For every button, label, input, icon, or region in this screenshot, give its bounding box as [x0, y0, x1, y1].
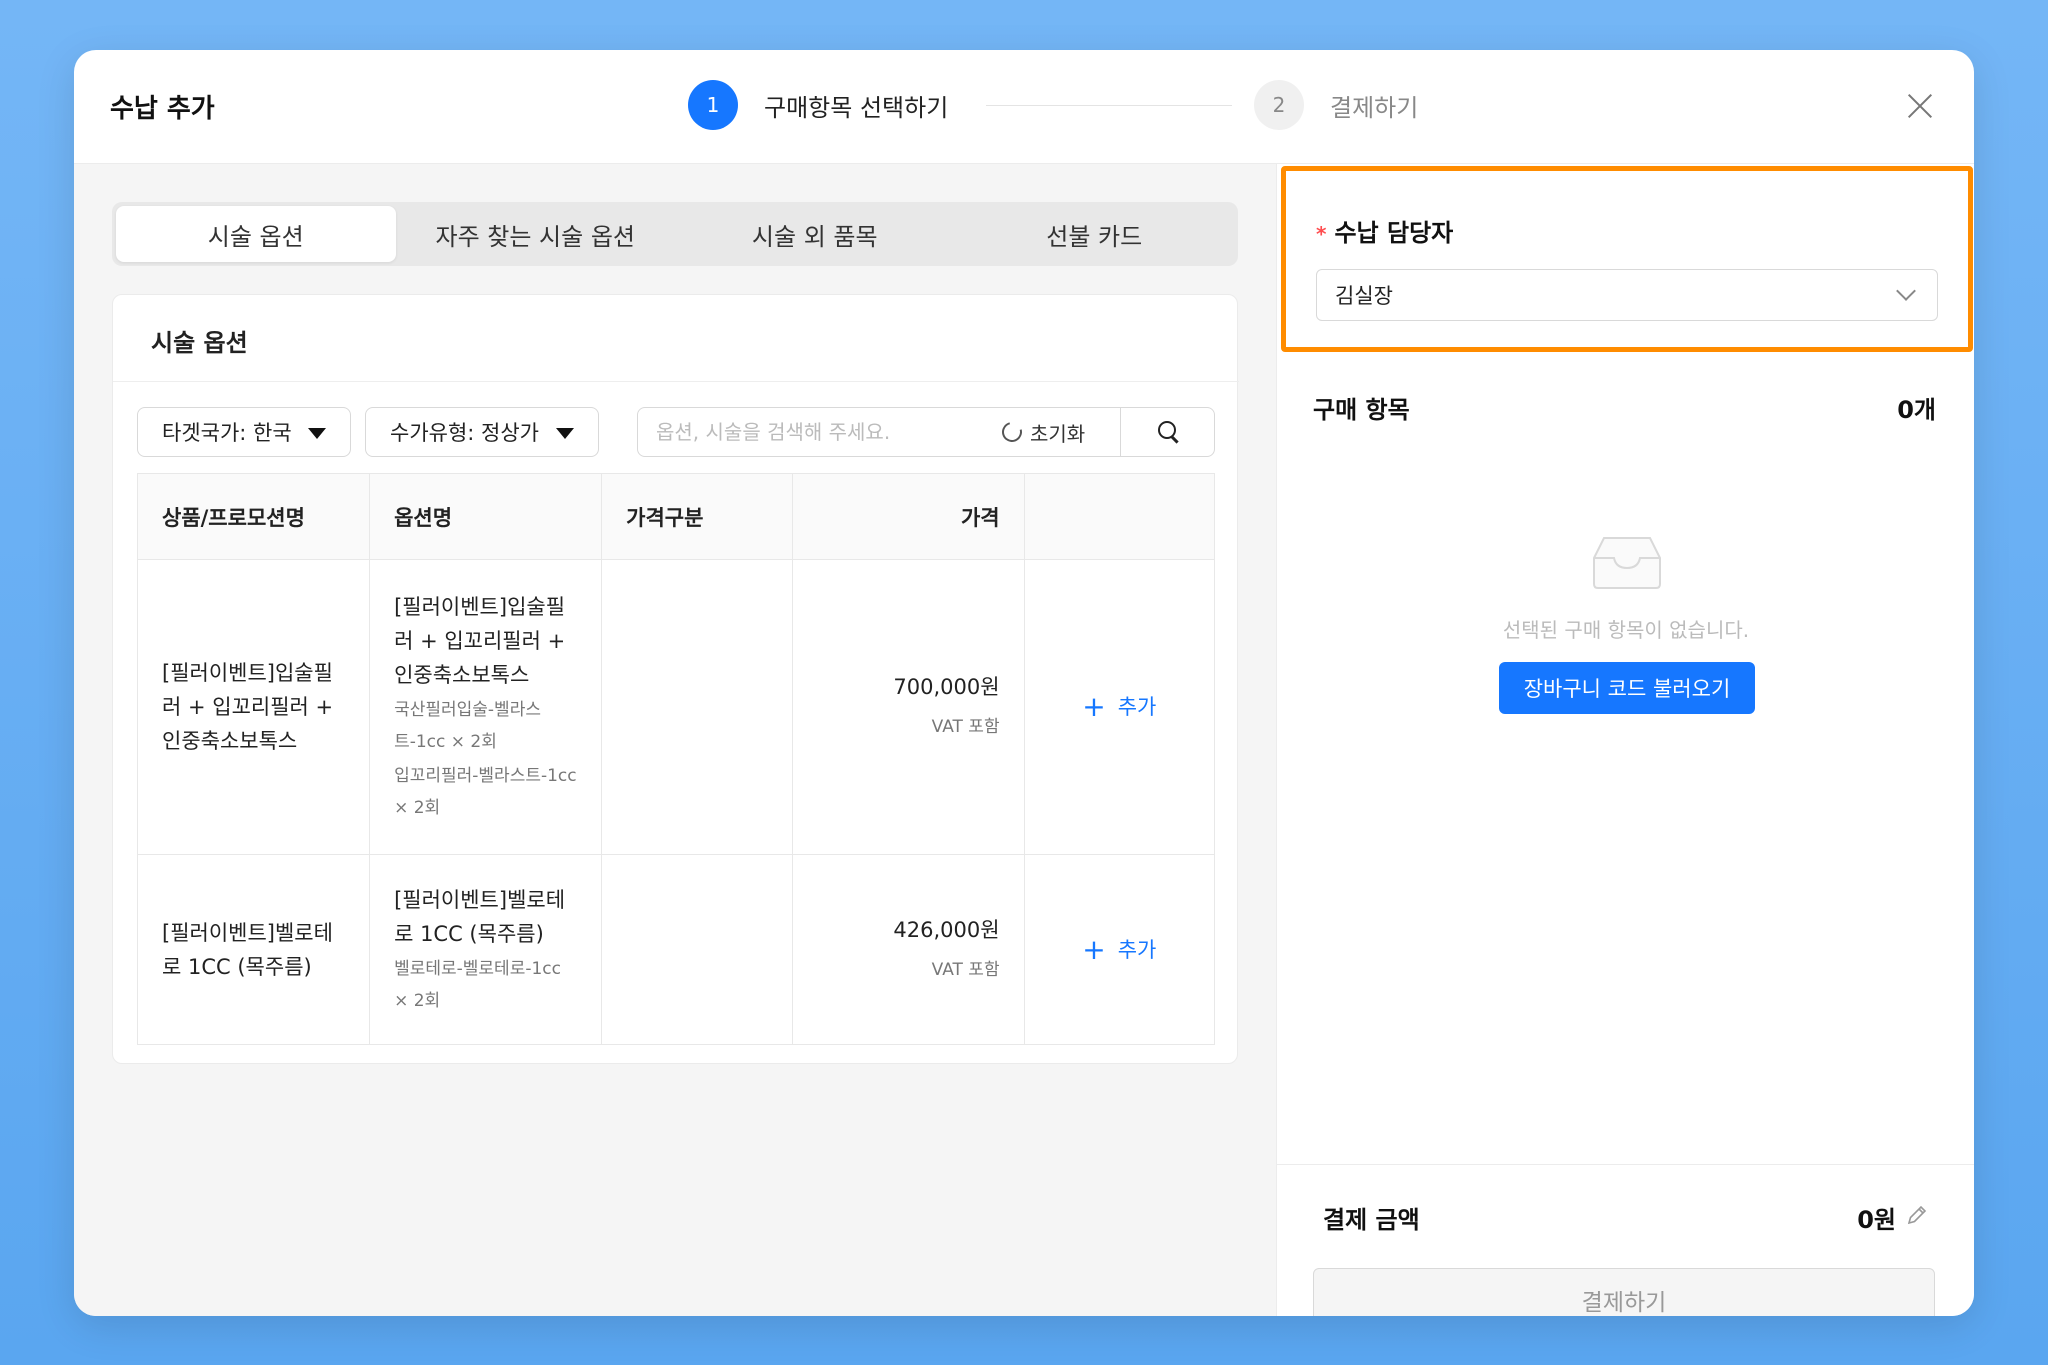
option-detail: 벨로테로-벨로테로-1cc × 2회 [394, 958, 561, 1011]
procedure-options-table: 상품/프로모션명 옵션명 가격구분 가격 [필러이벤트]입술필러 + 입꼬리필러… [136, 473, 1216, 1045]
price-type-value: 수가유형: 정상가 [390, 421, 539, 445]
plus-icon: + [1082, 932, 1106, 966]
option-name: [필러이벤트]입술필러 + 입꼬리필러 + 인중축소보톡스 [394, 595, 566, 687]
modal-header: 수납 추가 1 구매항목 선택하기 2 결제하기 [74, 50, 1974, 164]
tab-non-procedure-items[interactable]: 시술 외 품목 [675, 206, 955, 262]
tab-frequent-options[interactable]: 자주 찾는 시술 옵션 [396, 206, 676, 262]
option-cell: [필러이벤트]벨로테로 1CC (목주름) 벨로테로-벨로테로-1cc × 2회 [369, 854, 603, 1045]
table-header-row: 상품/프로모션명 옵션명 가격구분 가격 [136, 473, 1216, 560]
table-row: [필러이벤트]벨로테로 1CC (목주름) [필러이벤트]벨로테로 1CC (목… [136, 854, 1216, 1045]
table-row: [필러이벤트]입술필러 + 입꼬리필러 + 인중축소보톡스 [필러이벤트]입술필… [136, 559, 1216, 855]
procedure-options-card: 시술 옵션 타겟국가: 한국 수가유형: 정상가 초기화 [112, 294, 1239, 1064]
reset-button[interactable]: 초기화 [998, 418, 1086, 446]
option-detail: 입꼬리필러-벨라스트-1cc × 2회 [394, 766, 577, 818]
search-box: 초기화 [637, 407, 1215, 457]
header-price: 가격 [791, 473, 1025, 560]
empty-message: 선택된 구매 항목이 없습니다. [1502, 618, 1750, 642]
pencil-icon[interactable] [1906, 1204, 1928, 1226]
price-type-select[interactable]: 수가유형: 정상가 [365, 407, 599, 457]
tab-procedure-options[interactable]: 시술 옵션 [116, 206, 396, 262]
price-value: 700,000원 [893, 675, 1000, 699]
payment-amount-value: 0원 [1857, 1206, 1896, 1234]
step-1: 1 구매항목 선택하기 [688, 80, 948, 130]
header-price-type: 가격구분 [601, 473, 793, 560]
step-connector [986, 105, 1232, 106]
add-button[interactable]: + 추가 [1049, 933, 1190, 967]
add-label: 추가 [1117, 937, 1157, 962]
search-icon [1157, 421, 1180, 443]
header-product: 상품/프로모션명 [136, 473, 371, 560]
staff-select[interactable]: 김실장 [1316, 269, 1938, 321]
price-type [601, 854, 793, 1045]
step-2: 2 결제하기 [1254, 80, 1418, 130]
step-1-label: 구매항목 선택하기 [764, 93, 949, 122]
action-cell: + 추가 [1023, 854, 1216, 1045]
tab-prepaid-card[interactable]: 선불 카드 [955, 206, 1235, 262]
cart-panel: * 수납 담당자 김실장 구매 항목 0개 선택된 구매 항목이 없습니다. 장바… [1276, 164, 1974, 1316]
divider [113, 381, 1239, 382]
card-title: 시술 옵션 [151, 329, 248, 357]
option-cell: [필러이벤트]입술필러 + 입꼬리필러 + 인중축소보톡스 국산필러입술-벨라스… [369, 559, 603, 855]
step-1-number: 1 [688, 80, 738, 130]
product-name: [필러이벤트]입술필러 + 입꼬리필러 + 인중축소보톡스 [136, 559, 371, 855]
target-country-select[interactable]: 타겟국가: 한국 [137, 407, 351, 457]
vat-note: VAT 포함 [931, 959, 1000, 980]
load-cart-code-button[interactable]: 장바구니 코드 불러오기 [1499, 662, 1755, 714]
header-action [1023, 473, 1216, 560]
plus-icon: + [1082, 690, 1106, 723]
pay-button[interactable]: 결제하기 [1313, 1268, 1935, 1316]
staff-label: * 수납 담당자 [1316, 213, 1453, 248]
option-detail: 국산필러입술-벨라스트-1cc × 2회 [394, 700, 541, 752]
target-country-value: 타겟국가: 한국 [162, 421, 292, 445]
price-cell: 700,000원 VAT 포함 [791, 559, 1025, 855]
add-label: 추가 [1117, 695, 1157, 719]
vat-note: VAT 포함 [931, 717, 1000, 737]
search-button[interactable] [1120, 407, 1216, 457]
item-selection-area: 시술 옵션 자주 찾는 시술 옵션 시술 외 품목 선불 카드 시술 옵션 타겟… [74, 164, 1276, 1316]
purchase-items-count: 0개 [1897, 396, 1936, 424]
chevron-down-icon [1896, 281, 1916, 301]
staff-label-text: 수납 담당자 [1334, 219, 1454, 247]
staff-section-highlight: * 수납 담당자 김실장 [1281, 166, 1973, 352]
step-2-label: 결제하기 [1330, 93, 1419, 122]
option-name: [필러이벤트]벨로테로 1CC (목주름) [394, 887, 566, 946]
product-name: [필러이벤트]벨로테로 1CC (목주름) [136, 854, 371, 1045]
staff-value: 김실장 [1335, 284, 1393, 308]
add-button[interactable]: + 추가 [1049, 690, 1190, 724]
add-payment-modal: 수납 추가 1 구매항목 선택하기 2 결제하기 시술 옵션 자주 찾는 시술 … [74, 50, 1974, 1316]
modal-title: 수납 추가 [110, 94, 215, 124]
refresh-icon [998, 418, 1026, 446]
empty-inbox-icon [1593, 537, 1661, 589]
action-cell: + 추가 [1023, 559, 1216, 855]
caret-down-icon [556, 428, 574, 439]
caret-down-icon [308, 428, 326, 439]
reset-label: 초기화 [1030, 421, 1086, 446]
category-tabs: 시술 옵션 자주 찾는 시술 옵션 시술 외 품목 선불 카드 [112, 202, 1238, 266]
close-icon[interactable] [1904, 90, 1936, 122]
divider [1277, 1164, 1974, 1165]
price-cell: 426,000원 VAT 포함 [791, 854, 1025, 1045]
payment-amount-label: 결제 금액 [1323, 1206, 1420, 1234]
purchase-items-title: 구매 항목 [1313, 396, 1410, 424]
price-value: 426,000원 [893, 917, 1000, 942]
step-2-number: 2 [1254, 80, 1304, 130]
price-type [601, 559, 793, 855]
header-option-name: 옵션명 [369, 473, 603, 560]
required-mark: * [1316, 222, 1327, 246]
